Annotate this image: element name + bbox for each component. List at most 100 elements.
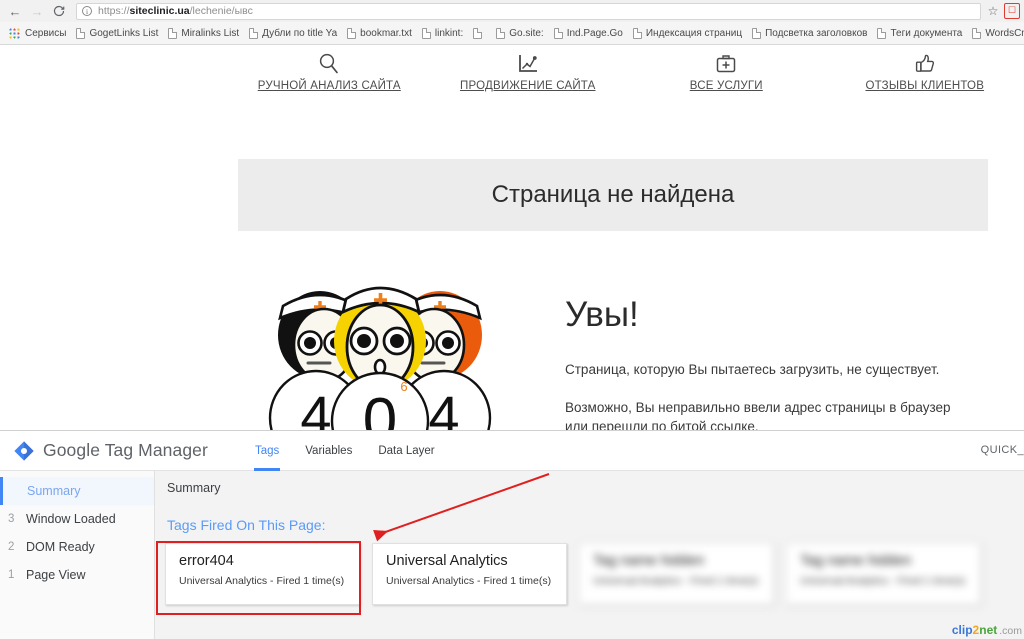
svg-text:0: 0 [363, 386, 397, 430]
address-bar[interactable]: i https://siteclinic.ua/lechenie/ывс [76, 2, 981, 20]
bookmark-item-indexation[interactable]: Индексация страниц [628, 22, 747, 44]
nav-item-label: ОТЗЫВЫ КЛИЕНТОВ [865, 80, 985, 92]
tab-data-layer[interactable]: Data Layer [365, 431, 447, 471]
gtm-header: Google Tag Manager Tags Variables Data L… [0, 431, 1024, 471]
svg-text:6: 6 [400, 379, 407, 394]
tags-fired-heading: Tags Fired On This Page: [167, 517, 326, 533]
reload-glyph [53, 5, 65, 17]
screenshot-root: ← → i https://siteclinic.ua/lechenie/ывс… [0, 0, 1024, 639]
webpage-viewport: РУЧНОЙ АНАЛИЗ САЙТА ПРОДВИЖЕНИЕ САЙТА ВС… [0, 45, 1024, 430]
gtm-tab-bar: Tags Variables Data Layer [242, 431, 448, 471]
tag-card-name: error404 [179, 553, 234, 569]
nav-item-label: ВСЕ УСЛУГИ [689, 80, 763, 92]
nav-item-promotion[interactable]: ПРОДВИЖЕНИЕ САЙТА [429, 47, 628, 105]
page-icon [168, 27, 178, 39]
bookmark-item-linkint[interactable]: linkint: [417, 22, 468, 44]
bookmark-item-bookmar-txt[interactable]: bookmar.txt [342, 22, 417, 44]
bookmark-item-wordscnt[interactable]: WordsCnt [967, 22, 1024, 44]
bookmark-item-go-site[interactable]: Go.site: [491, 22, 548, 44]
tag-card-error404[interactable]: error404 Universal Analytics - Fired 1 t… [165, 543, 360, 605]
page-icon [553, 27, 563, 39]
nav-item-reviews[interactable]: ОТЗЫВЫ КЛИЕНТОВ [826, 47, 1024, 105]
page-icon [496, 27, 506, 39]
gtm-product: Tag Manager [104, 440, 208, 460]
sidebar-item-window-loaded[interactable]: 3 Window Loaded [0, 505, 154, 533]
tag-card-name: Tag name hidden [800, 553, 912, 569]
page-icon [347, 27, 357, 39]
reload-icon[interactable] [48, 0, 70, 22]
magnifier-icon [316, 47, 342, 80]
url-scheme: https:// [98, 5, 130, 17]
error-copy-block: Увы! Страница, которую Вы пытаетесь загр… [565, 297, 965, 430]
bookmark-item-services[interactable]: Сервисы [4, 22, 71, 44]
bookmark-item-unnamed[interactable] [468, 22, 491, 44]
page-title: Страница не найдена [491, 181, 735, 208]
sidebar-item-number: 1 [8, 569, 15, 581]
nav-item-manual-analysis[interactable]: РУЧНОЙ АНАЛИЗ САЙТА [230, 47, 429, 105]
sidebar-item-dom-ready[interactable]: 2 DOM Ready [0, 533, 154, 561]
bookmark-label: WordsCnt [985, 27, 1024, 39]
sidebar-item-page-view[interactable]: 1 Page View [0, 561, 154, 589]
tag-card-subtitle: Universal Analytics - Fired 1 time(s) [386, 575, 552, 587]
url-path: /lechenie/ывс [189, 5, 253, 17]
bookmark-label: linkint: [434, 27, 464, 39]
bookmark-label: Индексация страниц [645, 27, 743, 39]
apps-grid-icon [9, 27, 20, 39]
nav-item-all-services[interactable]: ВСЕ УСЛУГИ [627, 47, 826, 105]
bookmark-label: Дубли по title Ya [262, 27, 338, 39]
sidebar-item-summary[interactable]: Summary [0, 477, 154, 505]
page-icon [972, 27, 982, 39]
sidebar-item-label: Page View [26, 568, 86, 582]
fired-tags-list: error404 Universal Analytics - Fired 1 t… [165, 543, 1024, 605]
quick-preview-label[interactable]: QUICK_ [981, 444, 1024, 456]
site-service-nav: РУЧНОЙ АНАЛИЗ САЙТА ПРОДВИЖЕНИЕ САЙТА ВС… [230, 47, 1024, 105]
watermark-part-3: net [979, 623, 998, 637]
bookmark-item-ind-page-go[interactable]: Ind.Page.Go [549, 22, 628, 44]
sidebar-item-label: Window Loaded [26, 512, 116, 526]
sidebar-item-label: DOM Ready [26, 540, 95, 554]
error-heading: Увы! [565, 295, 639, 334]
gtm-product-name: Google Tag Manager [43, 440, 208, 461]
error-paragraph-1: Страница, которую Вы пытаетесь загрузить… [565, 362, 940, 377]
bookmark-item-gogetlinks[interactable]: GogetLinks List [71, 22, 163, 44]
tag-card-blurred-1[interactable]: Tag name hidden Universal Analytics - Fi… [579, 543, 774, 605]
browser-toolbar: ← → i https://siteclinic.ua/lechenie/ывс… [0, 0, 1024, 22]
page-icon [632, 27, 642, 39]
clip2net-watermark: clip 2 net .com [952, 623, 1022, 637]
bookmark-item-miralinks[interactable]: Miralinks List [163, 22, 244, 44]
extension-icon[interactable]: ☐ [1004, 3, 1020, 19]
bookmark-star-icon[interactable]: ☆ [984, 0, 1002, 22]
bookmark-label: GogetLinks List [89, 27, 159, 39]
tag-card-blurred-2[interactable]: Tag name hidden Universal Analytics - Fi… [786, 543, 981, 605]
tab-tags[interactable]: Tags [242, 431, 292, 471]
gtm-brand: Google [43, 440, 101, 460]
tab-variables[interactable]: Variables [292, 431, 365, 471]
gtm-content-area: Summary Tags Fired On This Page: error40… [155, 471, 1024, 639]
svg-text:4: 4 [300, 384, 331, 430]
back-arrow-icon[interactable]: ← [4, 0, 26, 22]
red-arrow-annotation [373, 473, 550, 542]
bookmark-item-dubli[interactable]: Дубли по title Ya [244, 22, 342, 44]
svg-text:4: 4 [428, 384, 459, 430]
growth-chart-icon [515, 47, 541, 80]
tag-card-name: Universal Analytics [386, 553, 508, 569]
thumbs-up-icon [912, 47, 938, 80]
content-heading: Summary [167, 481, 221, 495]
first-aid-kit-icon [713, 47, 739, 80]
tag-card-name: Tag name hidden [593, 553, 705, 569]
bookmark-item-highlight-titles[interactable]: Подсветка заголовков [747, 22, 872, 44]
browser-chrome: ← → i https://siteclinic.ua/lechenie/ывс… [0, 0, 1024, 45]
gtm-event-sidebar: Summary 3 Window Loaded 2 DOM Ready 1 Pa… [0, 471, 155, 639]
bookmark-label: bookmar.txt [360, 27, 412, 39]
page-icon [421, 27, 431, 39]
forward-arrow-icon[interactable]: → [26, 0, 48, 22]
bookmark-label: Ind.Page.Go [566, 27, 623, 39]
tag-card-subtitle: Universal Analytics - Fired 1 time(s) [179, 575, 345, 587]
page-not-found-banner: Страница не найдена [238, 159, 988, 231]
site-info-icon[interactable]: i [82, 6, 92, 16]
bookmark-label: Подсветка заголовков [765, 27, 868, 39]
watermark-part-4: .com [999, 625, 1022, 637]
bookmark-item-doc-tags[interactable]: Теги документа [872, 22, 967, 44]
tag-card-universal-analytics[interactable]: Universal Analytics Universal Analytics … [372, 543, 567, 605]
bookmarks-bar: Сервисы GogetLinks List Miralinks List Д… [0, 22, 1024, 45]
